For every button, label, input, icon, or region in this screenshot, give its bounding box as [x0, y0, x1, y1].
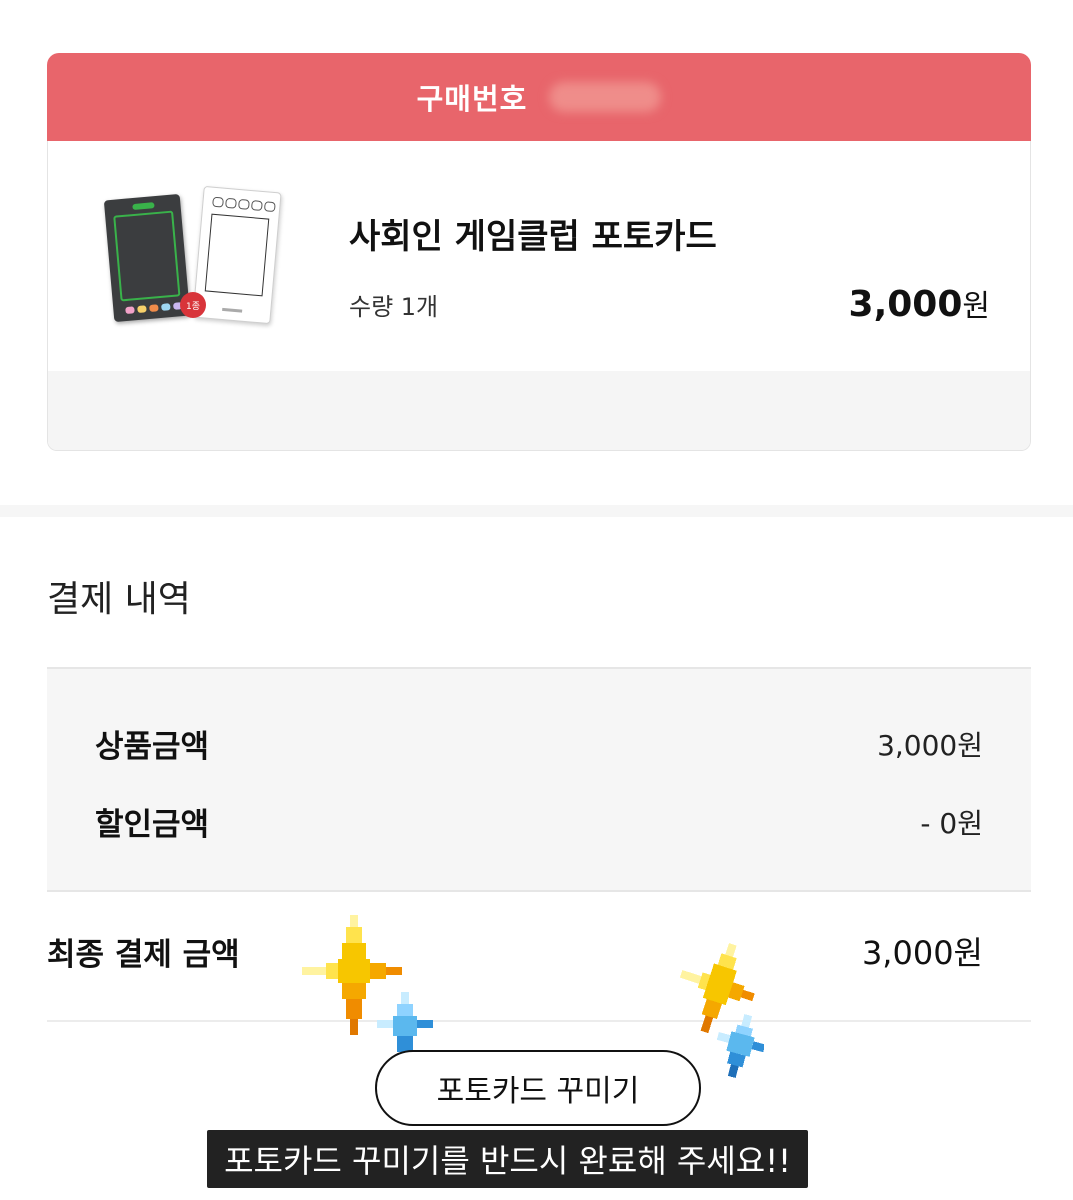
product-quantity: 수량 1개	[349, 293, 439, 321]
product-price: 3,000원	[849, 281, 990, 325]
product-price-unit: 원	[962, 289, 990, 324]
subtotal-value: 3,000원	[877, 728, 983, 762]
product-card: 1종 사회인 게임클럽 포토카드 수량 1개 3,000원	[47, 141, 1031, 451]
product-price-number: 3,000	[848, 284, 963, 325]
product-card-footer	[48, 371, 1030, 450]
decorate-photocard-button[interactable]: 포토카드 꾸미기	[375, 1050, 701, 1126]
caption-overlay: 포토카드 꾸미기를 반드시 완료해 주세요!!	[207, 1130, 808, 1188]
discount-value: - 0원	[920, 806, 983, 840]
discount-row: 할인금액 - 0원	[95, 799, 983, 844]
photocard-front-image	[103, 193, 191, 323]
subtotal-row: 상품금액 3,000원	[95, 721, 983, 766]
final-total-label: 최종 결제 금액	[47, 936, 240, 973]
discount-label: 할인금액	[95, 807, 210, 843]
variant-count-badge: 1종	[180, 292, 206, 318]
product-name: 사회인 게임클럽 포토카드	[349, 217, 717, 257]
payment-section-title: 결제 내역	[47, 579, 191, 620]
order-confirmation-page: 구매번호 1종 사회인 게임클럽 포토카드 수량 1개 3,000원 결제 내역…	[0, 0, 1073, 1200]
product-thumbnail: 1종	[103, 185, 284, 329]
subtotal-label: 상품금액	[95, 729, 210, 765]
final-total-value: 3,000원	[861, 934, 983, 972]
section-divider	[0, 505, 1073, 517]
order-number-label: 구매번호	[416, 82, 528, 116]
final-total-row: 최종 결제 금액 3,000원	[47, 928, 983, 974]
sparkle-blue-icon	[716, 1014, 764, 1078]
order-number-redacted	[549, 82, 662, 112]
order-number-banner: 구매번호	[47, 53, 1031, 141]
payment-breakdown: 상품금액 3,000원 할인금액 - 0원	[47, 667, 1031, 892]
final-divider	[47, 1020, 1031, 1022]
